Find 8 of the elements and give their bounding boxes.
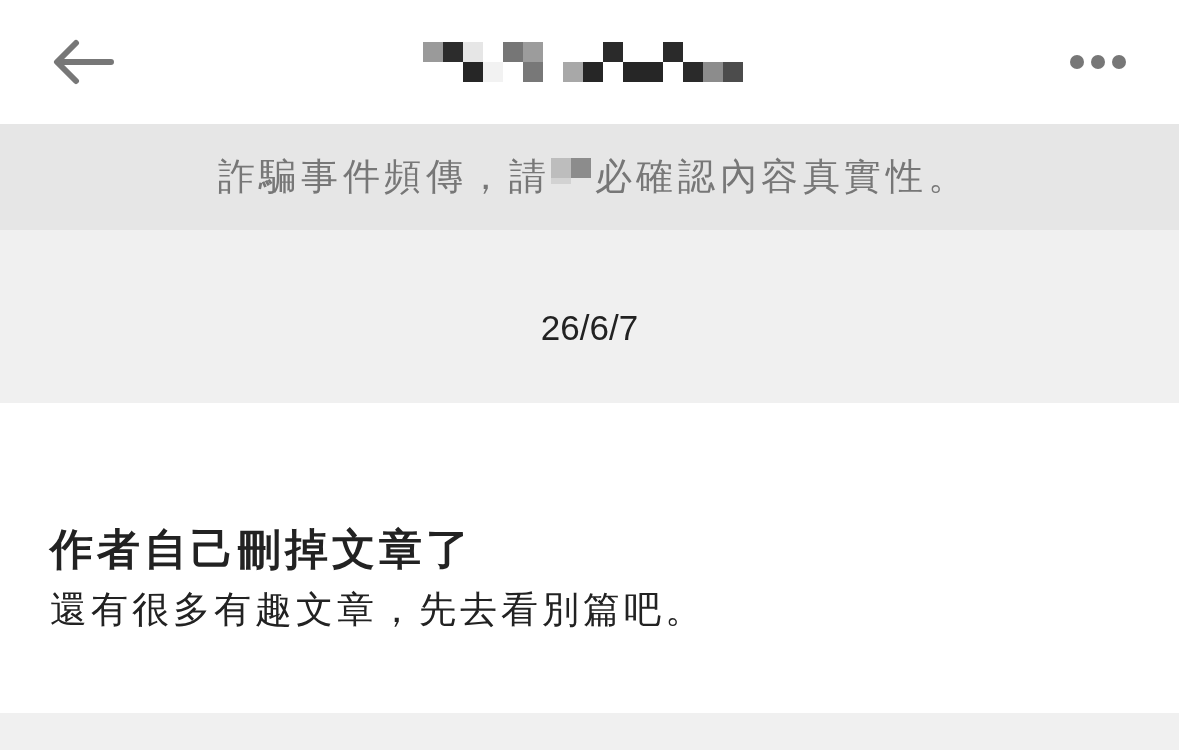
back-icon[interactable] <box>52 39 114 85</box>
warning-text: 詐騙事件頻傳，請 <box>217 154 551 200</box>
date-label: 26/6/7 <box>540 306 639 349</box>
more-icon[interactable] <box>1069 54 1127 70</box>
warning-text: 必確認內容真實性。 <box>594 154 970 200</box>
message-text: 還有很多有趣文章，先去看別篇吧。 <box>50 587 706 632</box>
message-title: 作者自己刪掉文章了 <box>50 524 473 576</box>
pixelated-block <box>550 158 591 184</box>
